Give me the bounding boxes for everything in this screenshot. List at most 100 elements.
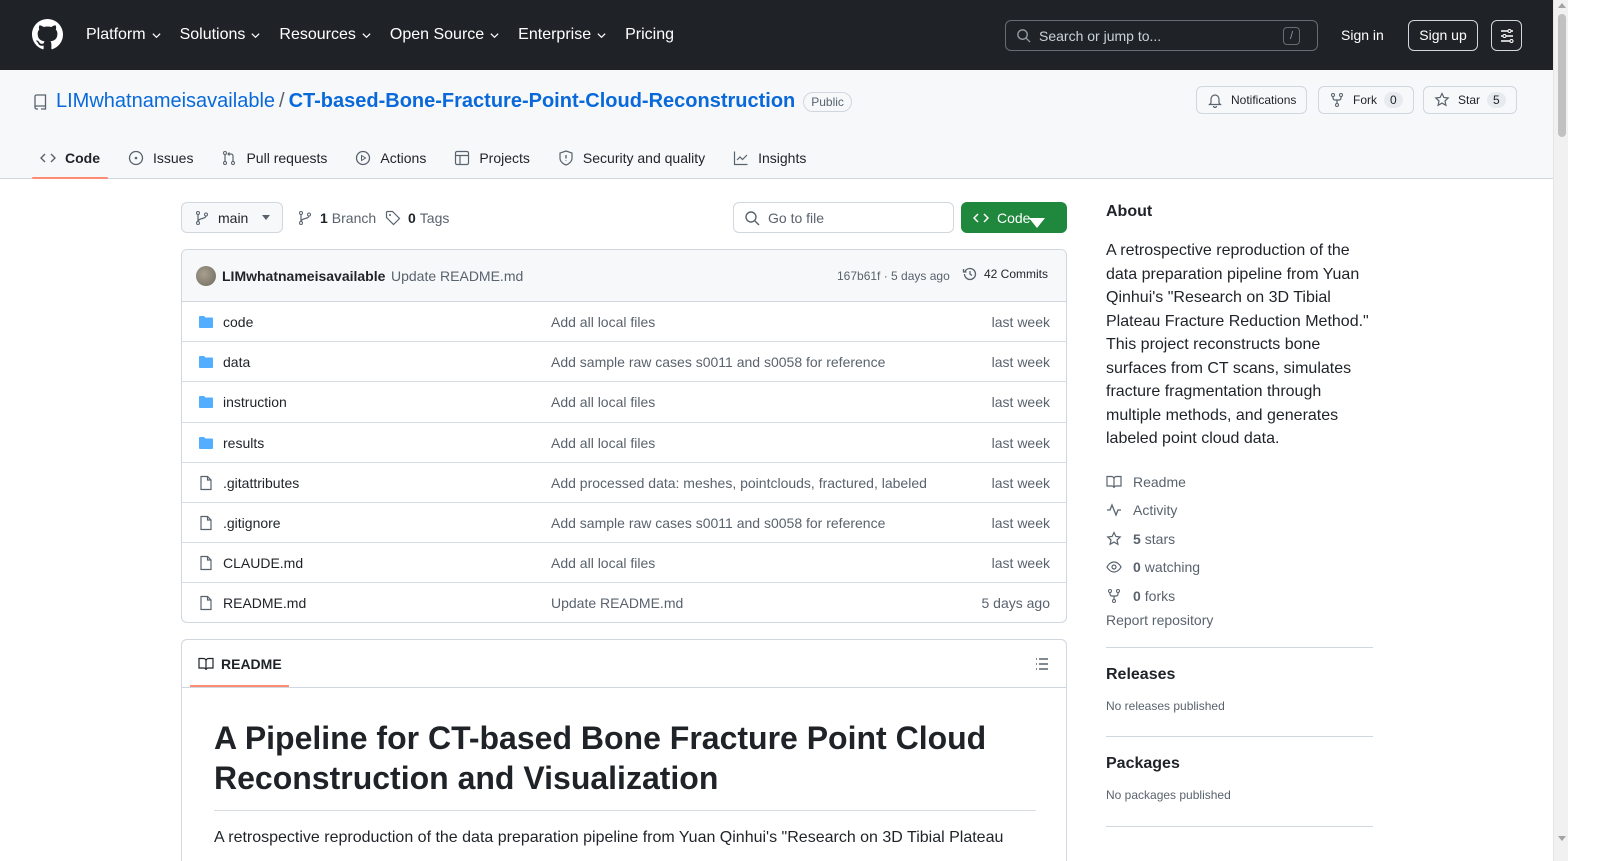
file-commit-time: last week: [991, 514, 1050, 531]
tab-projects[interactable]: Projects: [446, 137, 538, 178]
fork-icon: [1331, 93, 1343, 107]
tab-pull-requests-label: Pull requests: [246, 149, 328, 166]
readme-tab[interactable]: README: [198, 656, 282, 672]
tab-security[interactable]: Security and quality: [550, 137, 713, 178]
file-name-link[interactable]: data: [223, 354, 250, 370]
file-commit-message-link[interactable]: Add all local files: [551, 555, 655, 571]
file-name-link[interactable]: instruction: [223, 394, 287, 410]
watching-link[interactable]: 0 watching: [1106, 553, 1373, 582]
file-browser: LIMwhatnameisavailable Update README.md …: [181, 249, 1067, 623]
file-row[interactable]: instruction Add all local files last week: [182, 382, 1066, 423]
file-commit-message-link[interactable]: Add all local files: [551, 394, 655, 410]
avatar[interactable]: [196, 266, 216, 286]
fork-count: 0: [1384, 92, 1403, 108]
file-commit-message-link[interactable]: Add all local files: [551, 314, 655, 330]
file-row[interactable]: README.md Update README.md 5 days ago: [182, 583, 1066, 622]
file-row[interactable]: .gitignore Add sample raw cases s0011 and…: [182, 503, 1066, 544]
nav-pricing[interactable]: Pricing: [625, 24, 674, 46]
nav-resources[interactable]: Resources: [279, 24, 371, 46]
file-row[interactable]: .gitattributes Add processed data: meshes…: [182, 463, 1066, 503]
file-commit-time: last week: [991, 555, 1050, 572]
stars-link[interactable]: 5 stars: [1106, 525, 1373, 554]
packages-section: Packages No packages published: [1106, 736, 1373, 802]
packages-heading[interactable]: Packages: [1106, 755, 1373, 773]
search-icon: [745, 210, 760, 225]
commit-sha-time[interactable]: 167b61f · 5 days ago: [837, 269, 950, 283]
activity-link[interactable]: Activity: [1106, 496, 1373, 525]
file-commit-message-link[interactable]: Update README.md: [551, 595, 683, 611]
about-heading: About: [1106, 203, 1153, 220]
tab-issues[interactable]: Issues: [120, 137, 201, 178]
repo-owner-link[interactable]: LIMwhatnameisavailable: [56, 90, 275, 113]
search-shortcut-key: /: [1283, 27, 1300, 45]
readme-link[interactable]: Readme: [1106, 468, 1373, 497]
shield-icon: [559, 149, 573, 166]
chevron-down-icon: [151, 32, 161, 38]
tab-pull-requests[interactable]: Pull requests: [213, 137, 335, 178]
stars-count: 5: [1133, 530, 1141, 547]
nav-platform[interactable]: Platform: [86, 24, 162, 46]
file-commit-time: 5 days ago: [981, 595, 1051, 612]
file-row[interactable]: CLAUDE.md Add all local files last week: [182, 543, 1066, 584]
tab-actions[interactable]: Actions: [347, 137, 434, 178]
nav-enterprise[interactable]: Enterprise: [518, 24, 607, 46]
file-name-link[interactable]: .gitignore: [223, 515, 281, 531]
page-scrollbar[interactable]: [1553, 0, 1568, 861]
packages-empty-text: No packages published: [1106, 788, 1231, 802]
scroll-up-arrow-icon[interactable]: [1558, 3, 1566, 8]
global-search-input[interactable]: Search or jump to... /: [1005, 20, 1318, 51]
file-row[interactable]: data Add sample raw cases s0011 and s0058…: [182, 342, 1066, 383]
releases-section: Releases No releases published: [1106, 647, 1373, 713]
nav-enterprise-label: Enterprise: [518, 26, 592, 43]
graph-icon: [733, 151, 748, 165]
fork-button[interactable]: Fork 0: [1318, 86, 1414, 114]
scrollbar-thumb[interactable]: [1558, 14, 1566, 137]
menu-button[interactable]: [1491, 20, 1522, 51]
nav-open-source[interactable]: Open Source: [390, 24, 500, 46]
file-commit-message-link[interactable]: Add sample raw cases s0011 and s0058 for…: [551, 515, 885, 531]
file-name-link[interactable]: README.md: [223, 595, 306, 611]
watching-count: 0: [1133, 559, 1141, 576]
star-icon: [1106, 530, 1122, 546]
scroll-down-arrow-icon[interactable]: [1558, 836, 1566, 841]
code-dropdown-button[interactable]: Code: [961, 202, 1067, 233]
global-header: Platform Solutions Resources Open Source…: [0, 0, 1553, 70]
commit-message-link[interactable]: Update README.md: [391, 268, 523, 284]
sign-in-link[interactable]: Sign in: [1341, 27, 1384, 43]
list-icon[interactable]: [1034, 656, 1050, 672]
repo-icon: [34, 93, 47, 110]
star-label: Star: [1458, 93, 1481, 107]
tab-insights[interactable]: Insights: [725, 137, 814, 178]
commits-history-link[interactable]: 42 Commits: [962, 266, 1048, 282]
branch-selector[interactable]: main: [181, 202, 283, 233]
file-name-link[interactable]: .gitattributes: [223, 475, 299, 491]
nav-solutions[interactable]: Solutions: [180, 24, 262, 46]
file-row[interactable]: results Add all local files last week: [182, 423, 1066, 463]
releases-heading[interactable]: Releases: [1106, 666, 1373, 684]
about-sidebar: About A retrospective reproduction of th…: [1106, 203, 1373, 628]
sign-up-button[interactable]: Sign up: [1408, 20, 1478, 51]
branches-link[interactable]: 1 Branch: [297, 210, 376, 226]
commits-count: 42 Commits: [984, 267, 1049, 281]
tab-code[interactable]: Code: [32, 137, 108, 179]
github-logo-icon[interactable]: [32, 19, 63, 50]
repo-name-link[interactable]: CT-based-Bone-Fracture-Point-Cloud-Recon…: [289, 90, 796, 113]
eye-icon: [1106, 561, 1122, 573]
file-name-link[interactable]: CLAUDE.md: [223, 555, 303, 571]
file-commit-time: last week: [991, 474, 1050, 491]
tags-link[interactable]: 0 Tags: [385, 210, 449, 226]
file-name-link[interactable]: results: [223, 435, 264, 451]
file-commit-message-link[interactable]: Add all local files: [551, 435, 655, 451]
notifications-button[interactable]: Notifications: [1196, 86, 1308, 114]
commit-author-link[interactable]: LIMwhatnameisavailable: [222, 268, 385, 284]
file-name-link[interactable]: code: [223, 314, 253, 330]
file-commit-message-link[interactable]: Add processed data: meshes, pointclouds,…: [551, 475, 927, 491]
file-row[interactable]: code Add all local files last week: [182, 302, 1066, 343]
star-button[interactable]: Star 5: [1423, 86, 1517, 114]
go-to-file-input[interactable]: Go to file: [733, 202, 954, 233]
forks-link[interactable]: 0 forks: [1106, 582, 1373, 611]
report-repository-link[interactable]: Report repository: [1106, 612, 1373, 628]
branch-icon: [196, 210, 208, 225]
file-commit-time: last week: [991, 314, 1050, 330]
file-commit-message-link[interactable]: Add sample raw cases s0011 and s0058 for…: [551, 354, 885, 370]
